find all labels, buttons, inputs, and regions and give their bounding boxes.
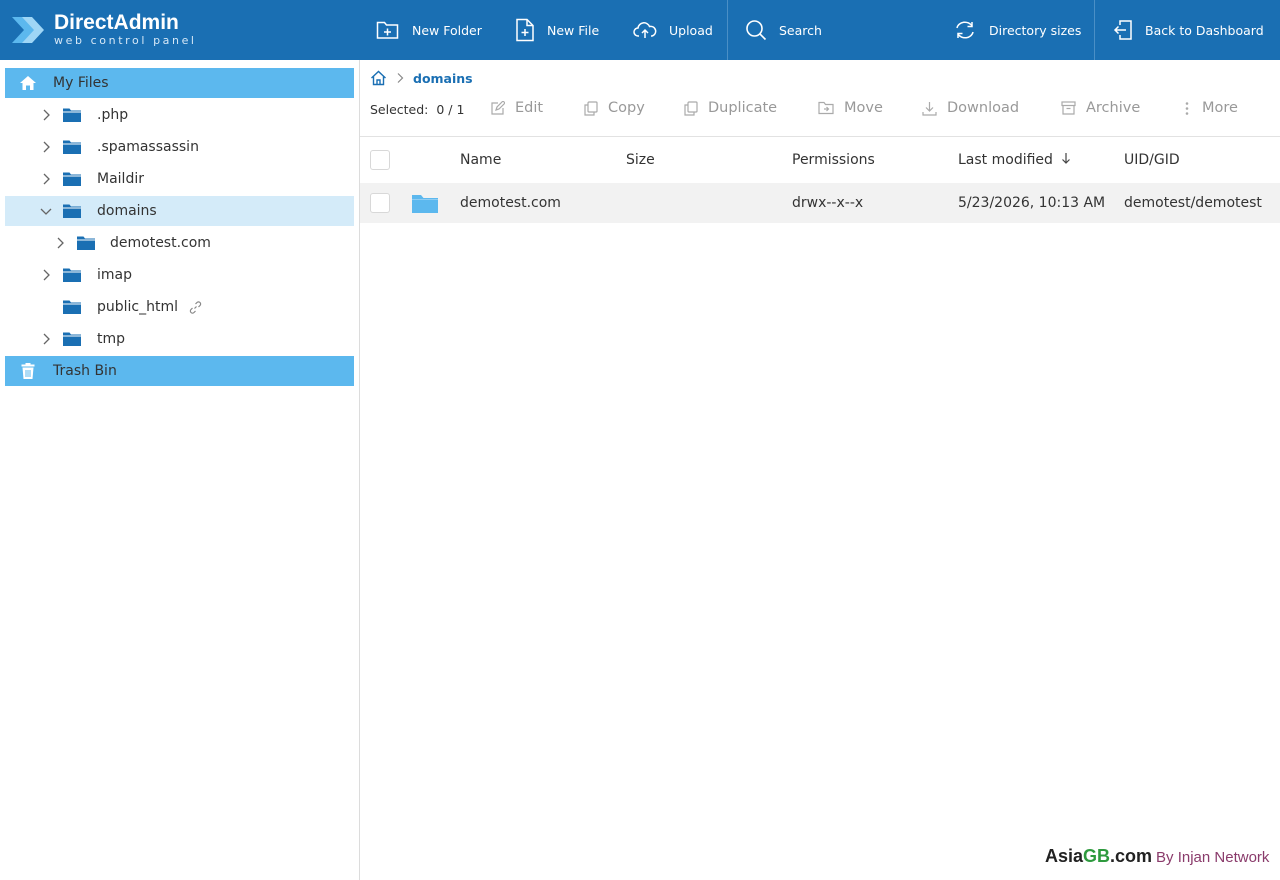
file-browser-main: domains Selected: 0 / 1 Edit Copy Duplic… bbox=[360, 60, 1280, 880]
tree-item-imap[interactable]: imap bbox=[5, 260, 354, 290]
toolbar-divider bbox=[727, 0, 728, 60]
column-permissions[interactable]: Permissions bbox=[792, 152, 875, 168]
edit-icon bbox=[491, 100, 505, 115]
row-uid-gid: demotest/demotest bbox=[1124, 195, 1262, 211]
new-file-button[interactable]: New File bbox=[515, 0, 599, 60]
cloud-upload-icon bbox=[633, 22, 657, 38]
link-icon bbox=[189, 301, 202, 314]
more-vertical-icon bbox=[1185, 101, 1189, 115]
chevron-down-icon[interactable] bbox=[39, 204, 53, 218]
edit-button[interactable]: Edit bbox=[490, 100, 543, 116]
directory-sizes-button[interactable]: Directory sizes bbox=[953, 0, 1081, 60]
copy-icon bbox=[584, 100, 598, 116]
breadcrumb-current[interactable]: domains bbox=[413, 71, 473, 86]
selection-counter: Selected: 0 / 1 bbox=[370, 102, 465, 117]
trash-icon bbox=[21, 363, 35, 379]
move-button[interactable]: Move bbox=[818, 100, 883, 116]
folder-icon bbox=[63, 172, 81, 186]
more-button[interactable]: More bbox=[1182, 100, 1238, 116]
chevron-right-icon[interactable] bbox=[39, 332, 53, 346]
archive-button[interactable]: Archive bbox=[1061, 100, 1140, 116]
column-last-modified[interactable]: Last modified bbox=[958, 152, 1071, 168]
logo-mark-icon bbox=[12, 17, 44, 43]
row-last-modified: 5/23/2026, 10:13 AM bbox=[958, 195, 1106, 211]
folder-icon bbox=[63, 108, 81, 122]
sort-down-icon bbox=[1062, 153, 1071, 164]
column-uid-gid[interactable]: UID/GID bbox=[1124, 152, 1180, 168]
divider bbox=[360, 136, 1280, 137]
back-to-dashboard-button[interactable]: Back to Dashboard bbox=[1113, 0, 1264, 60]
folder-move-icon bbox=[818, 101, 834, 115]
refresh-icon bbox=[956, 21, 974, 39]
logo-subtitle: web control panel bbox=[54, 34, 197, 47]
action-bar: Selected: 0 / 1 Edit Copy Duplicate Move… bbox=[360, 96, 1280, 126]
new-folder-button[interactable]: New Folder bbox=[376, 0, 482, 60]
row-name[interactable]: demotest.com bbox=[460, 195, 561, 211]
tree-item-spamassassin[interactable]: .spamassassin bbox=[5, 132, 354, 162]
tree-item-tmp[interactable]: tmp bbox=[5, 324, 354, 354]
folder-icon bbox=[63, 332, 81, 346]
search-button[interactable]: Search bbox=[745, 0, 822, 60]
column-name[interactable]: Name bbox=[460, 152, 501, 168]
table-row[interactable]: demotest.com drwx--x--x 5/23/2026, 10:13… bbox=[360, 183, 1280, 223]
chevron-right-icon bbox=[397, 73, 404, 83]
tree-item-php[interactable]: .php bbox=[5, 100, 354, 130]
folder-icon bbox=[63, 204, 81, 218]
tree-item-demotest-com[interactable]: demotest.com bbox=[5, 228, 354, 258]
row-permissions: drwx--x--x bbox=[792, 195, 864, 211]
sign-in-icon bbox=[1113, 20, 1132, 40]
download-button[interactable]: Download bbox=[922, 100, 1019, 116]
chevron-right-icon[interactable] bbox=[39, 268, 53, 282]
chevron-right-icon[interactable] bbox=[39, 108, 53, 122]
tree-item-domains[interactable]: domains bbox=[5, 196, 354, 226]
folder-plus-icon bbox=[376, 21, 399, 39]
download-icon bbox=[922, 101, 937, 116]
folder-icon bbox=[412, 195, 438, 213]
duplicate-icon bbox=[684, 100, 698, 116]
row-checkbox[interactable] bbox=[370, 193, 390, 213]
tree-item-public-html[interactable]: public_html bbox=[5, 292, 354, 322]
tree-item-maildir[interactable]: Maildir bbox=[5, 164, 354, 194]
breadcrumb: domains bbox=[370, 68, 473, 88]
folder-icon bbox=[63, 300, 81, 314]
folder-icon bbox=[63, 268, 81, 282]
copy-button[interactable]: Copy bbox=[584, 100, 645, 116]
archive-icon bbox=[1061, 101, 1076, 115]
column-size[interactable]: Size bbox=[626, 152, 655, 168]
chevron-right-icon[interactable] bbox=[39, 172, 53, 186]
directadmin-logo[interactable]: DirectAdmin web control panel bbox=[10, 8, 200, 52]
toolbar-divider bbox=[1094, 0, 1095, 60]
table-header: Name Size Permissions Last modified UID/… bbox=[360, 142, 1280, 180]
asiagb-watermark: AsiaGB.com By Injan Network bbox=[1045, 846, 1270, 866]
file-plus-icon bbox=[516, 18, 534, 42]
search-icon bbox=[746, 20, 767, 41]
file-tree-sidebar: My Files .php .spamassassin Maildir doma… bbox=[0, 60, 360, 880]
home-icon bbox=[20, 76, 36, 90]
tree-item-trash-bin[interactable]: Trash Bin bbox=[5, 356, 354, 386]
chevron-right-icon[interactable] bbox=[53, 236, 67, 250]
duplicate-button[interactable]: Duplicate bbox=[684, 100, 777, 116]
logo-name: DirectAdmin bbox=[54, 11, 179, 34]
chevron-right-icon[interactable] bbox=[39, 140, 53, 154]
home-icon[interactable] bbox=[370, 70, 387, 86]
tree-item-my-files[interactable]: My Files bbox=[5, 68, 354, 98]
folder-icon bbox=[77, 236, 95, 250]
top-bar: DirectAdmin web control panel New Folder… bbox=[0, 0, 1280, 60]
upload-button[interactable]: Upload bbox=[633, 0, 713, 60]
folder-icon bbox=[63, 140, 81, 154]
select-all-checkbox[interactable] bbox=[370, 150, 390, 170]
